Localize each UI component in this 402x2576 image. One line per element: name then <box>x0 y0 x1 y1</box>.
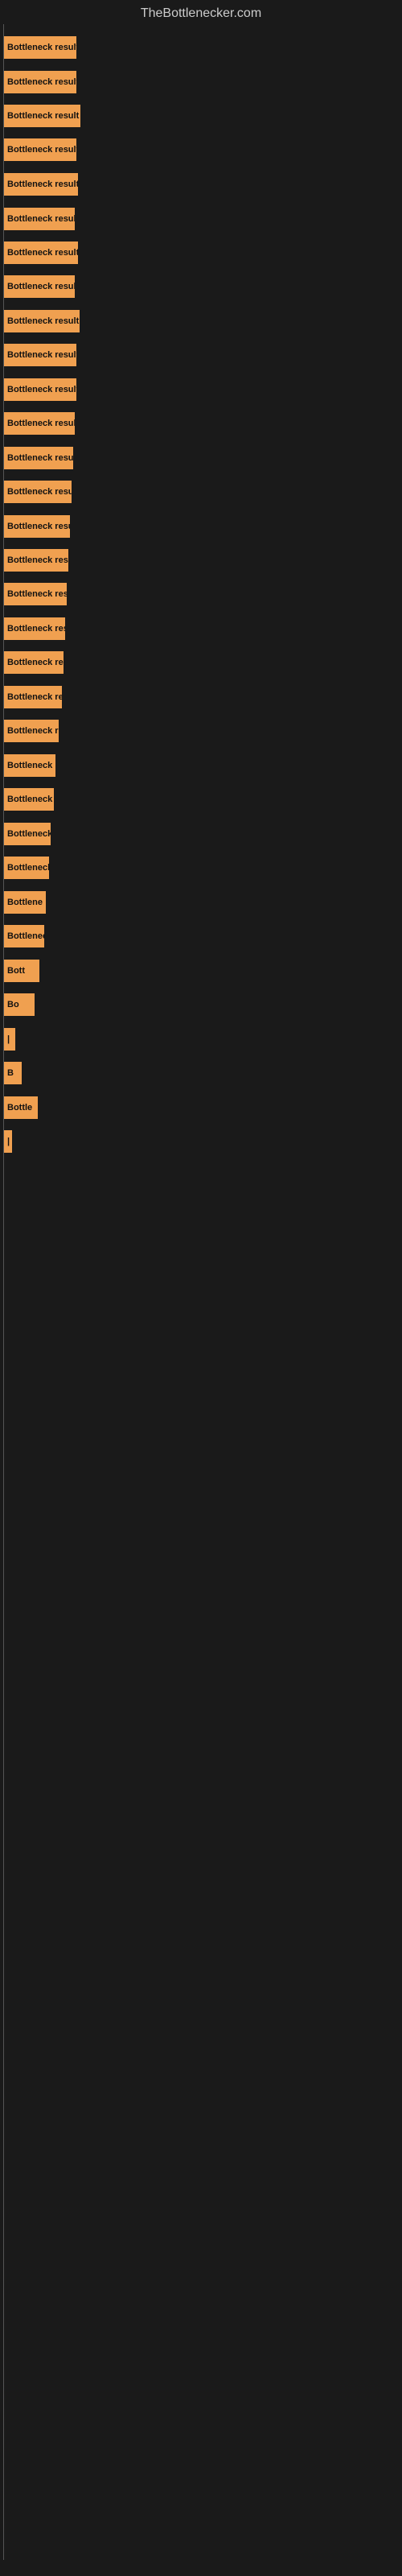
bar-item: Bottleneck result <box>4 242 78 264</box>
bar-label: Bottleneck result <box>7 589 67 599</box>
bar-item: | <box>4 1130 12 1153</box>
bar-item: Bottle <box>4 1096 38 1119</box>
bar-item: Bottleneck result <box>4 310 80 332</box>
bar-item: Bottleneck <box>4 823 51 845</box>
bar-item: Bottleneck result <box>4 447 73 469</box>
bar-label: Bottle <box>7 1103 32 1113</box>
site-title: TheBottlenecker.com <box>0 0 402 24</box>
bar-label: Bottleneck result <box>7 419 75 428</box>
bar-label: Bottleneck result <box>7 522 70 531</box>
bar-label: Bottleneck <box>7 829 51 839</box>
bar-item: Bottleneck result <box>4 36 76 59</box>
bar-label: Bottleneck result <box>7 453 73 463</box>
bar-label: Bottleneck result <box>7 248 78 258</box>
bar-label: Bottleneck result <box>7 111 79 121</box>
bar-item: Bottleneck result <box>4 378 76 401</box>
bar-label: Bottleneck result <box>7 385 76 394</box>
axis-line <box>3 24 4 2560</box>
bar-label: Bottleneck result <box>7 692 62 702</box>
bar-item: Bottleneck result <box>4 275 75 298</box>
bar-label: Bottleneck result <box>7 77 76 87</box>
bar-label: Bottleneck result <box>7 145 76 155</box>
bar-item: Bottleneck result <box>4 617 65 640</box>
bar-label: Bottleneck result <box>7 350 76 360</box>
bar-label: Bottleneck r <box>7 795 54 804</box>
bar-label: Bottleneck result <box>7 282 75 291</box>
bar-label: Bottleneck r <box>7 726 59 736</box>
bar-label: Bottleneck <box>7 761 52 770</box>
bar-label: | <box>7 1137 10 1146</box>
bar-label: B <box>7 1068 14 1078</box>
bar-label: Bott <box>7 966 25 976</box>
bar-item: Bottleneck result <box>4 208 75 230</box>
bar-label: Bottleneck result <box>7 487 72 497</box>
bar-item: Bottleneck result <box>4 515 70 538</box>
bar-item: Bottleneck r <box>4 788 54 811</box>
bar-item: B <box>4 1062 22 1084</box>
bar-label: Bottleneck result <box>7 43 76 52</box>
bar-item: Bottleneck result <box>4 583 67 605</box>
bar-item: Bottlene <box>4 891 46 914</box>
bar-label: Bottleneck result <box>7 555 68 565</box>
bar-label: Bottleneck result <box>7 316 79 326</box>
bar-item: Bottleneck result <box>4 71 76 93</box>
bar-label: Bottleneck result <box>7 214 75 224</box>
bar-label: Bottleneck res <box>7 863 49 873</box>
bar-item: Bottleneck r <box>4 720 59 742</box>
bar-label: Bo <box>7 1000 19 1009</box>
bar-label: | <box>7 1034 10 1044</box>
bar-item: Bott <box>4 960 39 982</box>
bar-label: Bottlene <box>7 898 43 907</box>
bar-item: Bo <box>4 993 35 1016</box>
bar-item: Bottleneck <box>4 754 55 777</box>
bar-item: Bottleneck result <box>4 549 68 572</box>
bar-item: Bottleneck result <box>4 412 75 435</box>
chart-area: Bottleneck result Bottleneck result Bottle… <box>0 24 402 2560</box>
bar-label: Bottleneck result <box>7 624 65 634</box>
bar-label: Bottleneck re <box>7 658 64 667</box>
bar-item: Bottleneck result <box>4 105 80 127</box>
bar-label: Bottleneck result <box>7 180 78 189</box>
bar-label: Bottleneck r <box>7 931 44 941</box>
bar-item: Bottleneck result <box>4 173 78 196</box>
bar-item: Bottleneck result <box>4 481 72 503</box>
bar-item: Bottleneck res <box>4 857 49 879</box>
bar-item: Bottleneck r <box>4 925 44 947</box>
bar-item: | <box>4 1028 15 1051</box>
bar-item: Bottleneck result <box>4 686 62 708</box>
bar-item: Bottleneck re <box>4 651 64 674</box>
bar-item: Bottleneck result <box>4 138 76 161</box>
bar-item: Bottleneck result <box>4 344 76 366</box>
